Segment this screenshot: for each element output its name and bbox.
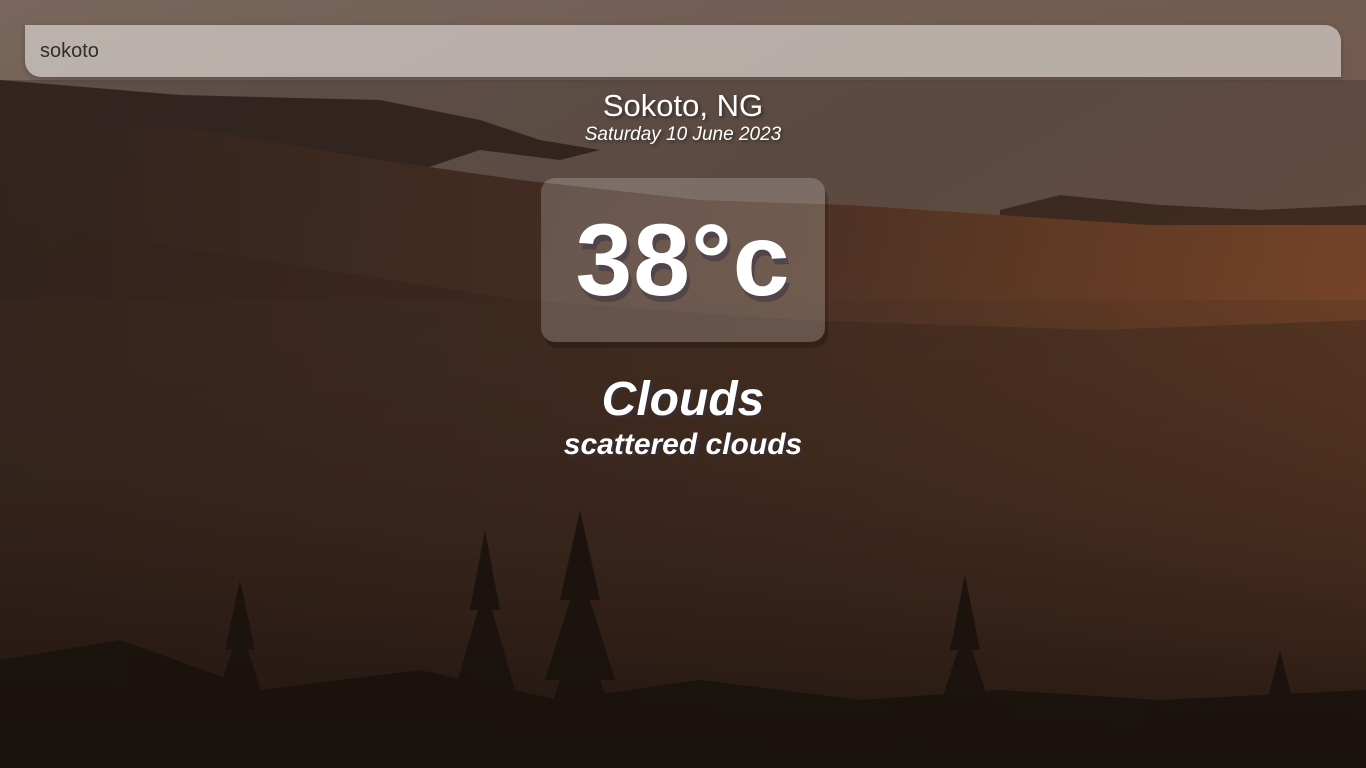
current-date: Saturday 10 June 2023 (584, 124, 782, 145)
location-name: Sokoto, NG (602, 88, 764, 123)
weather-description: scattered clouds (563, 428, 803, 461)
temperature-value: 38°c (575, 203, 791, 317)
weather-condition-box: Clouds scattered clouds (0, 372, 1366, 462)
weather-app: Sokoto, NG Saturday 10 June 2023 38°c Cl… (0, 0, 1366, 768)
weather-main: Clouds (601, 373, 765, 426)
search-input[interactable] (25, 25, 1341, 77)
temperature-card: 38°c (541, 178, 825, 342)
location-box: Sokoto, NG Saturday 10 June 2023 (0, 88, 1366, 146)
